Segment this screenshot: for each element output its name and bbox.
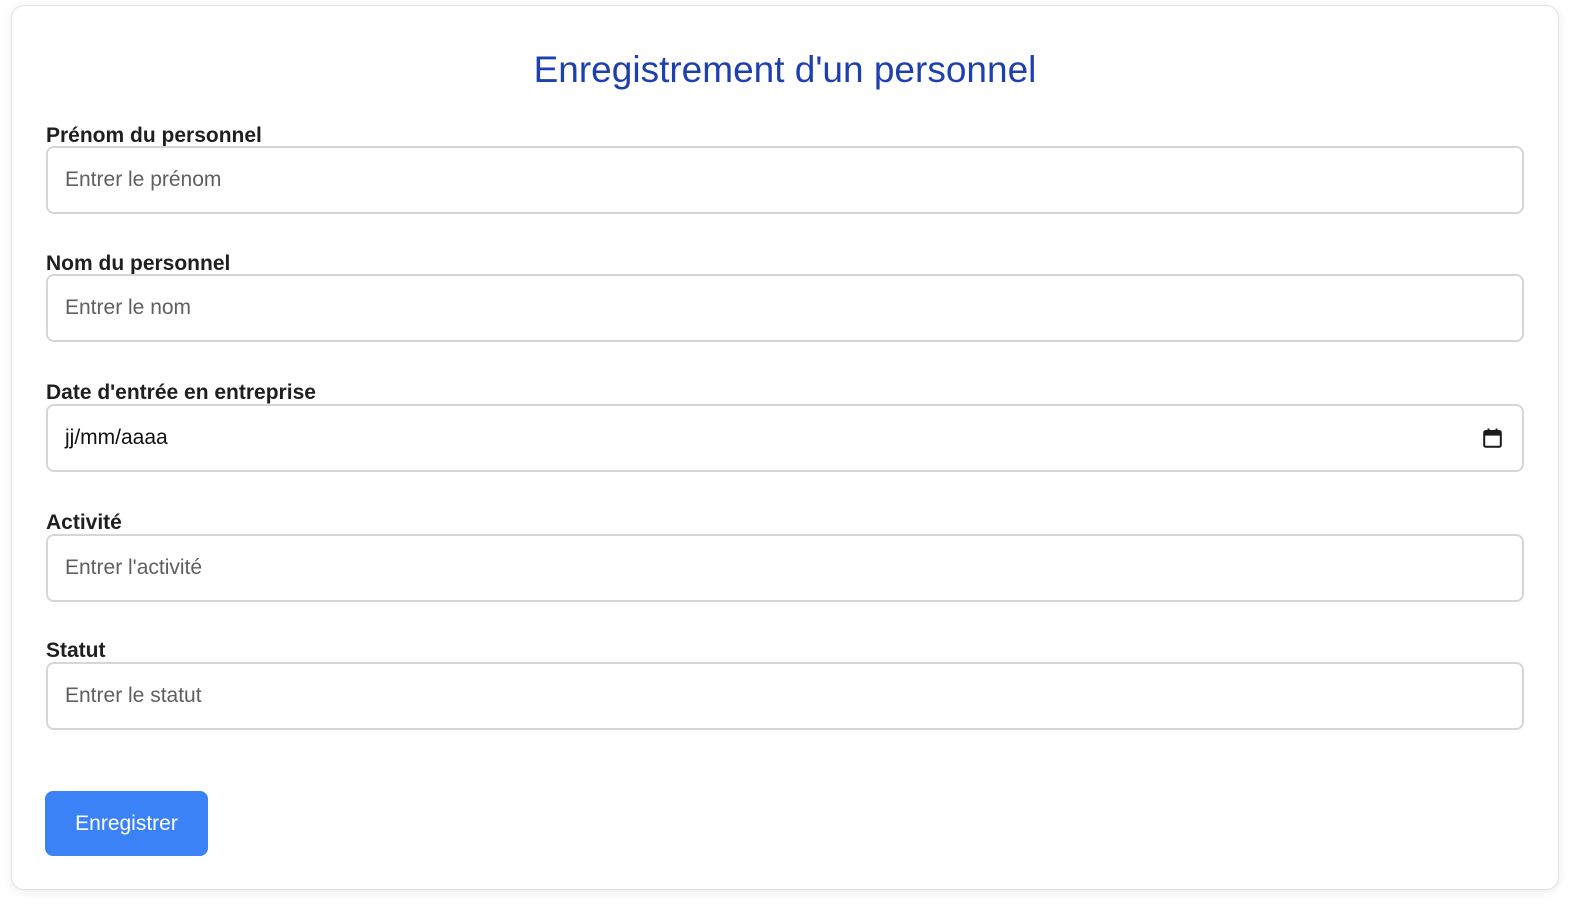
activity-label: Activité xyxy=(46,511,122,534)
status-input[interactable] xyxy=(46,662,1524,730)
start-date-label: Date d'entrée en entreprise xyxy=(46,381,316,404)
start-date-value: jj/mm/aaaa xyxy=(65,426,168,449)
first-name-input[interactable] xyxy=(46,146,1524,214)
form-title: Enregistrement d'un personnel xyxy=(533,49,1037,90)
status-label: Statut xyxy=(46,639,106,662)
activity-input[interactable] xyxy=(46,534,1524,602)
submit-button[interactable]: Enregistrer xyxy=(45,791,208,856)
registration-form-card: Enregistrement d'un personnel Prénom du … xyxy=(12,6,1558,889)
calendar-icon[interactable] xyxy=(1483,428,1502,448)
start-date-input[interactable]: jj/mm/aaaa xyxy=(46,404,1524,472)
last-name-input[interactable] xyxy=(46,274,1524,342)
